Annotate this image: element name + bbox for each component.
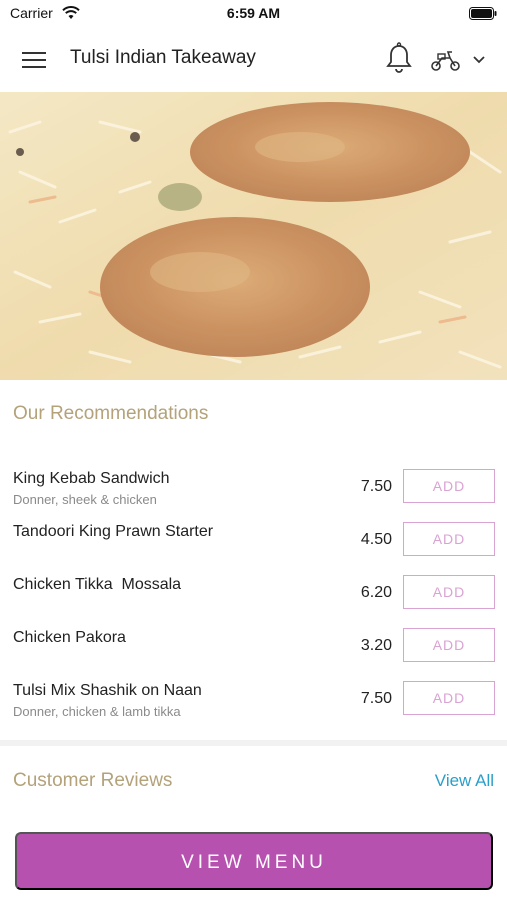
add-button[interactable]: ADD xyxy=(403,522,495,556)
add-button[interactable]: ADD xyxy=(403,469,495,503)
view-menu-button[interactable]: VIEW MENU xyxy=(15,832,493,890)
status-time: 6:59 AM xyxy=(226,5,281,21)
item-description: Donner, sheek & chicken xyxy=(13,492,157,507)
recommendations-list: King Kebab Sandwich Donner, sheek & chic… xyxy=(0,458,507,723)
page-title: Tulsi Indian Takeaway xyxy=(70,47,256,68)
item-name: Chicken Pakora xyxy=(13,629,126,646)
delivery-scooter-icon[interactable] xyxy=(430,48,462,72)
chevron-down-icon[interactable] xyxy=(472,54,486,64)
status-bar: Carrier 6:59 AM xyxy=(0,0,507,28)
list-item: Tulsi Mix Shashik on Naan Donner, chicke… xyxy=(0,670,507,723)
hero-food-image xyxy=(0,92,507,380)
item-description: Donner, chicken & lamb tikka xyxy=(13,704,181,719)
notification-bell-icon[interactable] xyxy=(386,42,412,74)
item-price: 7.50 xyxy=(360,478,392,495)
item-name: Tulsi Mix Shashik on Naan xyxy=(13,682,202,699)
battery-icon xyxy=(469,7,497,20)
item-price: 3.20 xyxy=(360,637,392,654)
reviews-heading: Customer Reviews xyxy=(13,770,173,791)
list-item: Chicken Pakora 3.20 ADD xyxy=(0,617,507,670)
add-button[interactable]: ADD xyxy=(403,681,495,715)
item-name: King Kebab Sandwich xyxy=(13,470,170,487)
view-all-reviews-link[interactable]: View All xyxy=(435,771,494,791)
add-button[interactable]: ADD xyxy=(403,628,495,662)
list-item: King Kebab Sandwich Donner, sheek & chic… xyxy=(0,458,507,511)
recommendations-heading: Our Recommendations xyxy=(13,403,209,424)
item-name: Tandoori King Prawn Starter xyxy=(13,523,214,540)
hamburger-menu-icon[interactable] xyxy=(22,50,48,70)
list-item: Chicken Tikka Mossala 6.20 ADD xyxy=(0,564,507,617)
app-header: Tulsi Indian Takeaway xyxy=(0,28,507,92)
item-price: 6.20 xyxy=(360,584,392,601)
item-price: 4.50 xyxy=(360,531,392,548)
item-name: Chicken Tikka Mossala xyxy=(13,576,182,593)
add-button[interactable]: ADD xyxy=(403,575,495,609)
item-price: 7.50 xyxy=(360,690,392,707)
section-divider xyxy=(0,740,507,746)
list-item: Tandoori King Prawn Starter 4.50 ADD xyxy=(0,511,507,564)
